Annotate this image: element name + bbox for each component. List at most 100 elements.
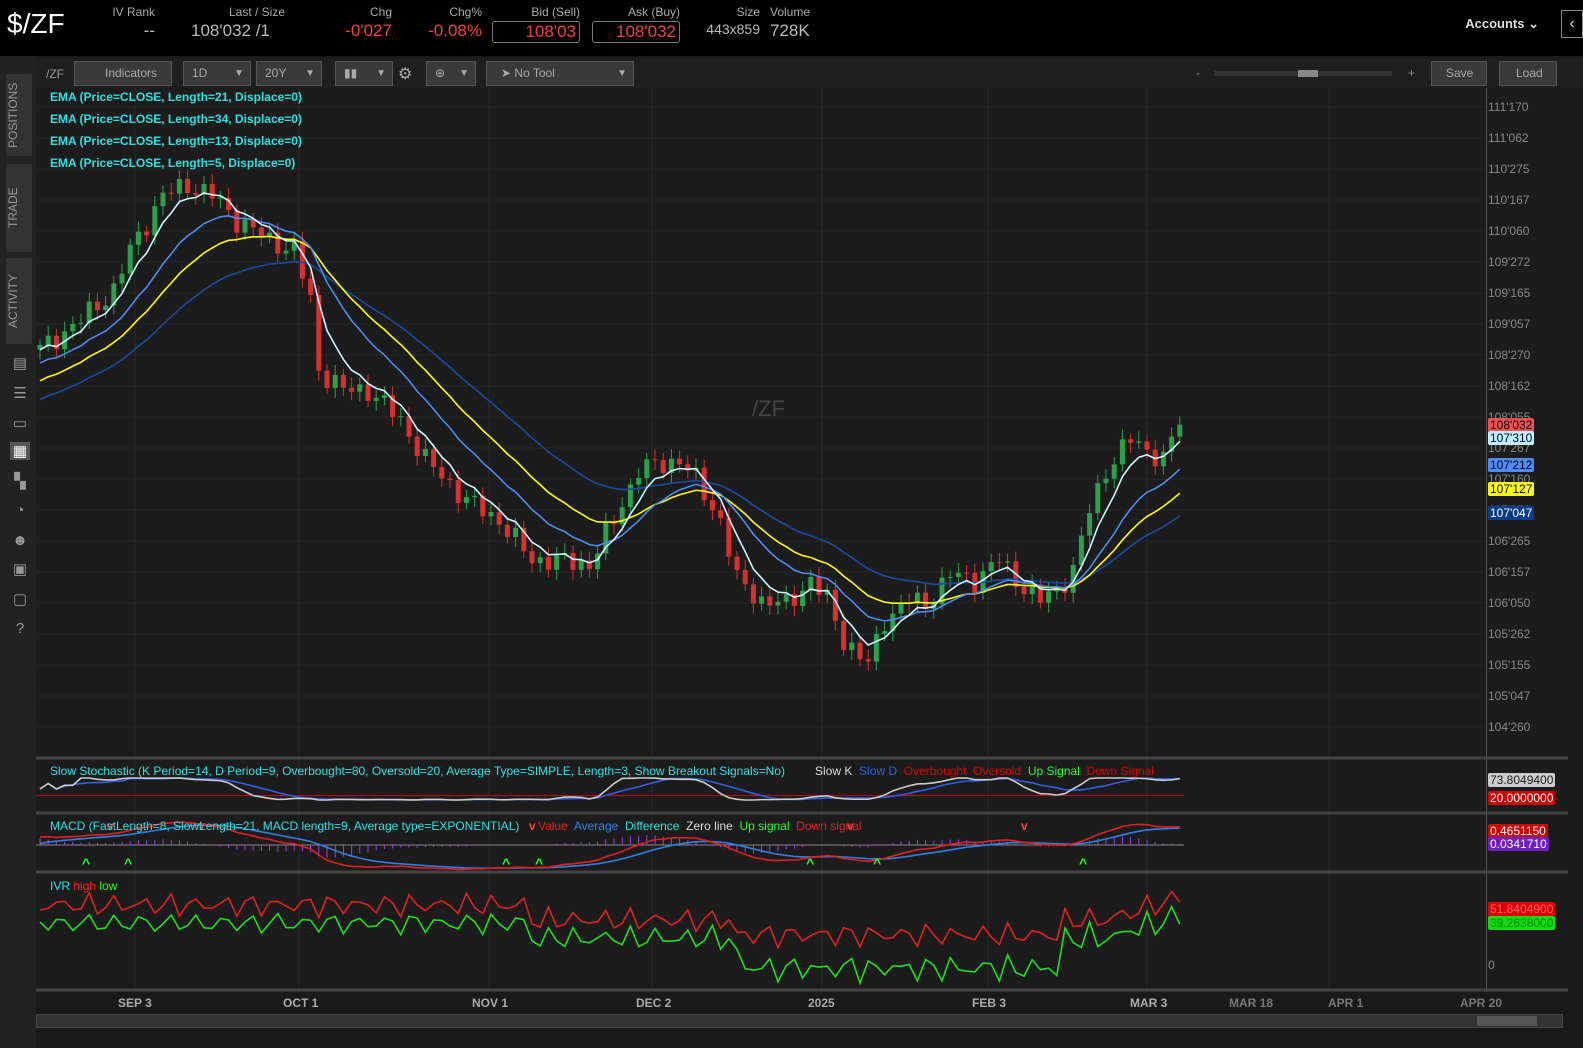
candle-body	[193, 193, 199, 195]
candle-body	[168, 192, 174, 194]
candle-body	[414, 436, 420, 457]
candle-body	[422, 449, 428, 457]
candle-body	[783, 594, 789, 602]
candle-body	[283, 250, 289, 254]
candle-body	[1046, 591, 1052, 603]
candle-body	[849, 642, 855, 651]
candle-body	[1111, 464, 1117, 479]
watermark: /ZF	[752, 396, 785, 421]
candle-body	[1136, 441, 1142, 443]
price-axis-label: 105'262	[1488, 627, 1531, 641]
candle-body	[185, 178, 191, 194]
price-axis-label: 106'050	[1488, 596, 1531, 610]
price-tag: 108'032	[1488, 418, 1535, 432]
candle-body	[217, 197, 223, 199]
candle-body	[955, 572, 961, 577]
ema-5-label[interactable]: EMA (Price=CLOSE, Length=5, Displace=0)	[50, 156, 295, 170]
ema-13-line	[39, 214, 1181, 622]
time-axis-label: SEP 3	[118, 996, 152, 1010]
candle-body	[767, 596, 773, 606]
up-signal-arrow: ^	[502, 855, 510, 871]
candle-body	[750, 584, 756, 604]
stoch-title[interactable]: Slow Stochastic (K Period=14, D Period=9…	[50, 764, 785, 778]
candle-body	[759, 596, 765, 604]
candle-body	[357, 384, 363, 392]
candle-body	[234, 209, 240, 233]
ema-5-line	[39, 192, 1181, 647]
candle-body	[1021, 587, 1027, 595]
candle-body	[898, 602, 904, 614]
price-tag: 107'212	[1488, 458, 1535, 472]
candle-body	[1005, 561, 1011, 563]
time-axis-label: DEC 2	[636, 996, 672, 1010]
candle-body	[636, 478, 642, 485]
time-axis-label: MAR 18	[1229, 996, 1274, 1010]
candle-body	[988, 562, 994, 572]
candle-body	[775, 601, 781, 606]
ivr-zero-label: 0	[1488, 958, 1495, 972]
candle-body	[1119, 439, 1125, 465]
candle-body	[652, 459, 658, 461]
price-axis-label: 111'170	[1488, 100, 1529, 114]
candle-body	[742, 570, 748, 585]
up-signal-arrow: ^	[1079, 855, 1087, 871]
ivr-high-line	[39, 890, 1181, 950]
horizontal-scrollbar[interactable]	[36, 1014, 1563, 1028]
candle-body	[152, 206, 158, 236]
candle-body	[381, 395, 387, 398]
candle-body	[455, 480, 461, 503]
candle-body	[447, 478, 453, 481]
candle-body	[841, 620, 847, 651]
candle-body	[504, 524, 510, 537]
candle-body	[258, 227, 264, 237]
candle-body	[857, 642, 863, 660]
time-axis-label: APR 1	[1328, 996, 1364, 1010]
ema-21-label[interactable]: EMA (Price=CLOSE, Length=21, Displace=0)	[50, 90, 302, 104]
candle-body	[513, 527, 519, 537]
candle-body	[1128, 439, 1134, 443]
candle-body	[439, 466, 445, 479]
candle-body	[78, 323, 84, 325]
stoch-k-tag: 73.8049400	[1488, 773, 1556, 787]
candle-body	[865, 659, 871, 662]
candle-body	[209, 183, 215, 199]
ivr-low-tag: 39.2638000	[1488, 916, 1556, 930]
ema-34-label[interactable]: EMA (Price=CLOSE, Length=34, Displace=0)	[50, 112, 302, 126]
price-axis-label: 110'060	[1488, 224, 1530, 238]
price-axis-label: 106'157	[1488, 565, 1531, 579]
candle-body	[882, 631, 888, 634]
ema-13-label[interactable]: EMA (Price=CLOSE, Length=13, Displace=0)	[50, 134, 302, 148]
price-axis-label: 106'265	[1488, 534, 1531, 548]
candle-body	[103, 305, 109, 311]
price-axis-label: 110'167	[1488, 193, 1530, 207]
macd-value-tag: 0.4651150	[1488, 824, 1548, 838]
candle-body	[816, 577, 822, 595]
ivr-legend[interactable]: IVR high low	[50, 879, 117, 893]
slow-k-line	[39, 777, 1180, 801]
up-signal-arrow: ^	[535, 855, 543, 871]
candle-body	[135, 231, 141, 245]
candle-body	[701, 467, 707, 501]
macd-title[interactable]: MACD (FastLength=8, SlowLength=21, MACD …	[50, 819, 519, 833]
ema-21-line	[39, 235, 1181, 604]
time-axis-label: OCT 1	[283, 996, 319, 1010]
candle-body	[373, 397, 379, 401]
slow-d-line	[39, 777, 1180, 801]
time-axis-label: MAR 3	[1130, 996, 1168, 1010]
stoch-oversold-tag: 20.0000000	[1488, 791, 1556, 805]
price-axis-label: 109'165	[1488, 286, 1531, 300]
up-signal-arrow: ^	[124, 855, 132, 871]
price-axis-label: 105'155	[1488, 658, 1531, 672]
candle-body	[644, 459, 650, 479]
time-axis-label: APR 20	[1460, 996, 1503, 1010]
candle-body	[578, 560, 584, 570]
candle-body	[340, 374, 346, 388]
candle-body	[242, 219, 248, 233]
candle-body	[718, 510, 724, 518]
macd-avg-tag: 0.0341710	[1488, 837, 1549, 851]
ivr-high-tag: 51.8404900	[1488, 902, 1556, 916]
down-signal-arrow: v	[529, 819, 536, 833]
candle-body	[431, 449, 437, 467]
candle-body	[488, 512, 494, 517]
candle-body	[1103, 478, 1109, 484]
